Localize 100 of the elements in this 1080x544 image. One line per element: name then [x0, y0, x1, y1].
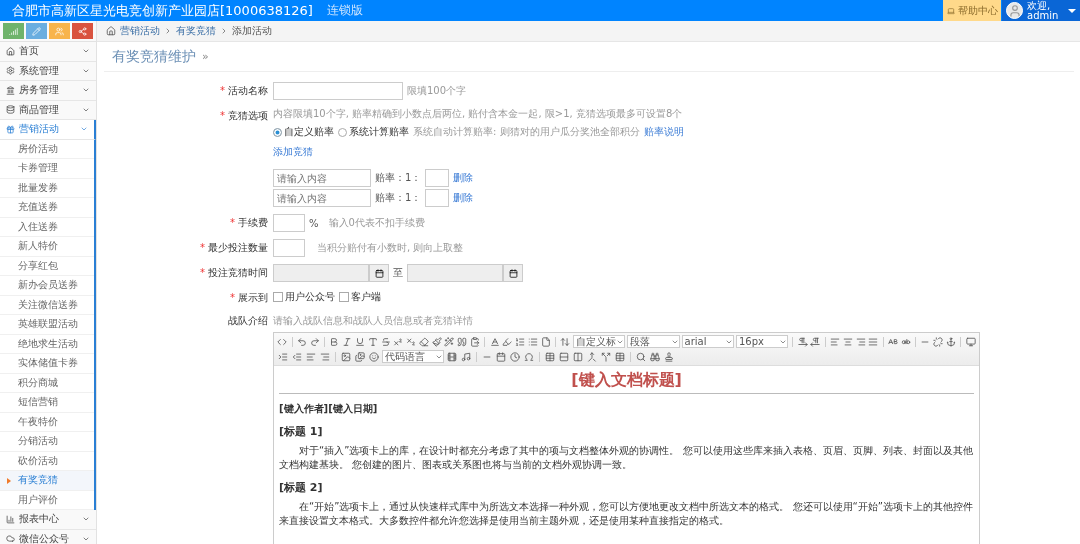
- float-left-icon[interactable]: [305, 350, 317, 363]
- underline-icon[interactable]: [354, 335, 366, 348]
- submenu-item[interactable]: 英雄联盟活动: [0, 315, 94, 335]
- hint-text: 当积分赔付有小数时, 则向上取整: [317, 241, 464, 255]
- superscript-icon[interactable]: [392, 335, 404, 348]
- editor-select[interactable]: 16px: [735, 335, 789, 348]
- signal-icon[interactable]: [3, 23, 24, 39]
- sidebar-item[interactable]: 报表中心: [0, 510, 96, 530]
- italic-icon[interactable]: [341, 335, 353, 348]
- calendar-icon[interactable]: [369, 264, 389, 282]
- sidebar-item[interactable]: 房务管理: [0, 81, 96, 101]
- binoculars-icon[interactable]: [649, 350, 661, 363]
- odds-radio[interactable]: 自定义赔率: [273, 125, 334, 139]
- images-icon[interactable]: [354, 350, 366, 363]
- add-guess-link[interactable]: 添加竞猜: [273, 145, 313, 159]
- search-icon[interactable]: [635, 350, 647, 363]
- required-mark: *: [230, 217, 235, 228]
- odds-help-link[interactable]: 赔率说明: [643, 125, 684, 139]
- bold-icon[interactable]: [329, 335, 340, 348]
- amount-input[interactable]: [273, 239, 305, 257]
- align-center-icon[interactable]: [842, 335, 854, 348]
- calendar-icon[interactable]: [495, 350, 507, 363]
- split-icon[interactable]: [600, 350, 612, 363]
- indent-icon[interactable]: [277, 350, 289, 363]
- line-height-icon[interactable]: [559, 335, 571, 348]
- delete-link[interactable]: 删除: [453, 171, 474, 185]
- quote-icon[interactable]: [456, 335, 468, 348]
- editor-select[interactable]: 代码语言: [382, 350, 444, 363]
- image-icon[interactable]: [340, 350, 352, 363]
- text-box-icon[interactable]: [367, 335, 379, 348]
- ltr-icon[interactable]: [797, 335, 809, 348]
- start-date-input[interactable]: [273, 264, 369, 282]
- redo-icon[interactable]: [309, 335, 321, 348]
- editor-select[interactable]: 自定义标: [572, 335, 626, 348]
- wand-icon[interactable]: [443, 335, 455, 348]
- strikethrough-icon[interactable]: [380, 335, 391, 348]
- paste-icon[interactable]: [469, 335, 481, 348]
- stamp-icon[interactable]: [663, 350, 675, 363]
- rows-icon[interactable]: [558, 350, 570, 363]
- clock-icon[interactable]: [509, 350, 521, 363]
- breadcrumb-link[interactable]: 营销活动: [120, 24, 160, 38]
- eraser-icon[interactable]: [418, 335, 430, 348]
- submenu-item[interactable]: 短信营销: [0, 393, 94, 413]
- calendar-icon[interactable]: [503, 264, 523, 282]
- user-menu[interactable]: 欢迎, admin: [1002, 0, 1080, 21]
- submenu-item[interactable]: 卡券管理: [0, 159, 94, 179]
- hint-text: 输入0代表不扣手续费: [328, 216, 425, 230]
- brush-icon[interactable]: [431, 335, 442, 348]
- submenu-item[interactable]: 新人特价: [0, 237, 94, 257]
- field-label: 活动名称: [228, 85, 268, 96]
- rich-text-editor[interactable]: [273, 332, 980, 544]
- float-right-icon[interactable]: [319, 350, 331, 363]
- ordered-list-icon[interactable]: [514, 335, 526, 348]
- editor-select[interactable]: arial: [681, 335, 734, 348]
- name-input[interactable]: [273, 82, 403, 100]
- sidebar-item[interactable]: 营销活动: [0, 120, 96, 140]
- align-right-icon[interactable]: [855, 335, 866, 348]
- subscript-icon[interactable]: [405, 335, 417, 348]
- highlighter-icon[interactable]: [501, 335, 513, 348]
- smile-icon[interactable]: [368, 350, 380, 363]
- breadcrumb-link[interactable]: 有奖竞猜: [176, 24, 216, 38]
- align-justify-icon[interactable]: [868, 335, 879, 348]
- breadcrumb-link[interactable]: 添加活动: [232, 24, 272, 38]
- video-icon[interactable]: [446, 350, 458, 363]
- share-icon[interactable]: [72, 23, 93, 39]
- editor-select[interactable]: 段落: [627, 335, 680, 348]
- display-checkbox[interactable]: 客户端: [339, 290, 381, 304]
- sidebar-item[interactable]: 首页: [0, 42, 96, 62]
- anchor-icon[interactable]: [945, 335, 957, 348]
- submenu-item[interactable]: 实体储值卡券: [0, 354, 94, 374]
- monitor-icon[interactable]: [965, 335, 977, 348]
- end-date-input[interactable]: [407, 264, 503, 282]
- columns-icon[interactable]: [572, 350, 584, 363]
- help-center-button[interactable]: 帮助中心: [943, 0, 1001, 21]
- unlink-icon[interactable]: [932, 335, 944, 348]
- undo-icon[interactable]: [296, 335, 308, 348]
- edition-label: 连锁版: [326, 2, 363, 19]
- odds-input[interactable]: [425, 189, 450, 207]
- odds-radio[interactable]: 系统计算赔率: [338, 125, 409, 139]
- rtl-icon[interactable]: [810, 335, 821, 348]
- table-icon[interactable]: [544, 350, 556, 363]
- odds-input[interactable]: [425, 169, 450, 187]
- merge-icon[interactable]: [586, 350, 598, 363]
- submenu-item[interactable]: 新办会员送券: [0, 276, 94, 296]
- align-left-icon[interactable]: [829, 335, 841, 348]
- display-checkbox[interactable]: 用户公众号: [273, 290, 335, 304]
- fee-input[interactable]: [273, 214, 305, 232]
- music-icon[interactable]: [460, 350, 472, 363]
- omega-icon[interactable]: [523, 350, 535, 363]
- delete-link[interactable]: 删除: [453, 191, 474, 205]
- outdent-icon[interactable]: [291, 350, 303, 363]
- table-delete-icon[interactable]: [614, 350, 626, 363]
- page-icon[interactable]: [540, 335, 551, 348]
- submenu-item[interactable]: 充值送券: [0, 198, 94, 218]
- option-input[interactable]: 请输入内容: [273, 169, 371, 187]
- byline-text: [键入作者][键入日期]: [279, 402, 379, 416]
- font-color-icon[interactable]: [489, 335, 500, 348]
- submenu-item[interactable]: 有奖竞猜: [0, 471, 94, 491]
- option-input[interactable]: 请输入内容: [273, 189, 371, 207]
- bullet-list-icon[interactable]: [527, 335, 539, 348]
